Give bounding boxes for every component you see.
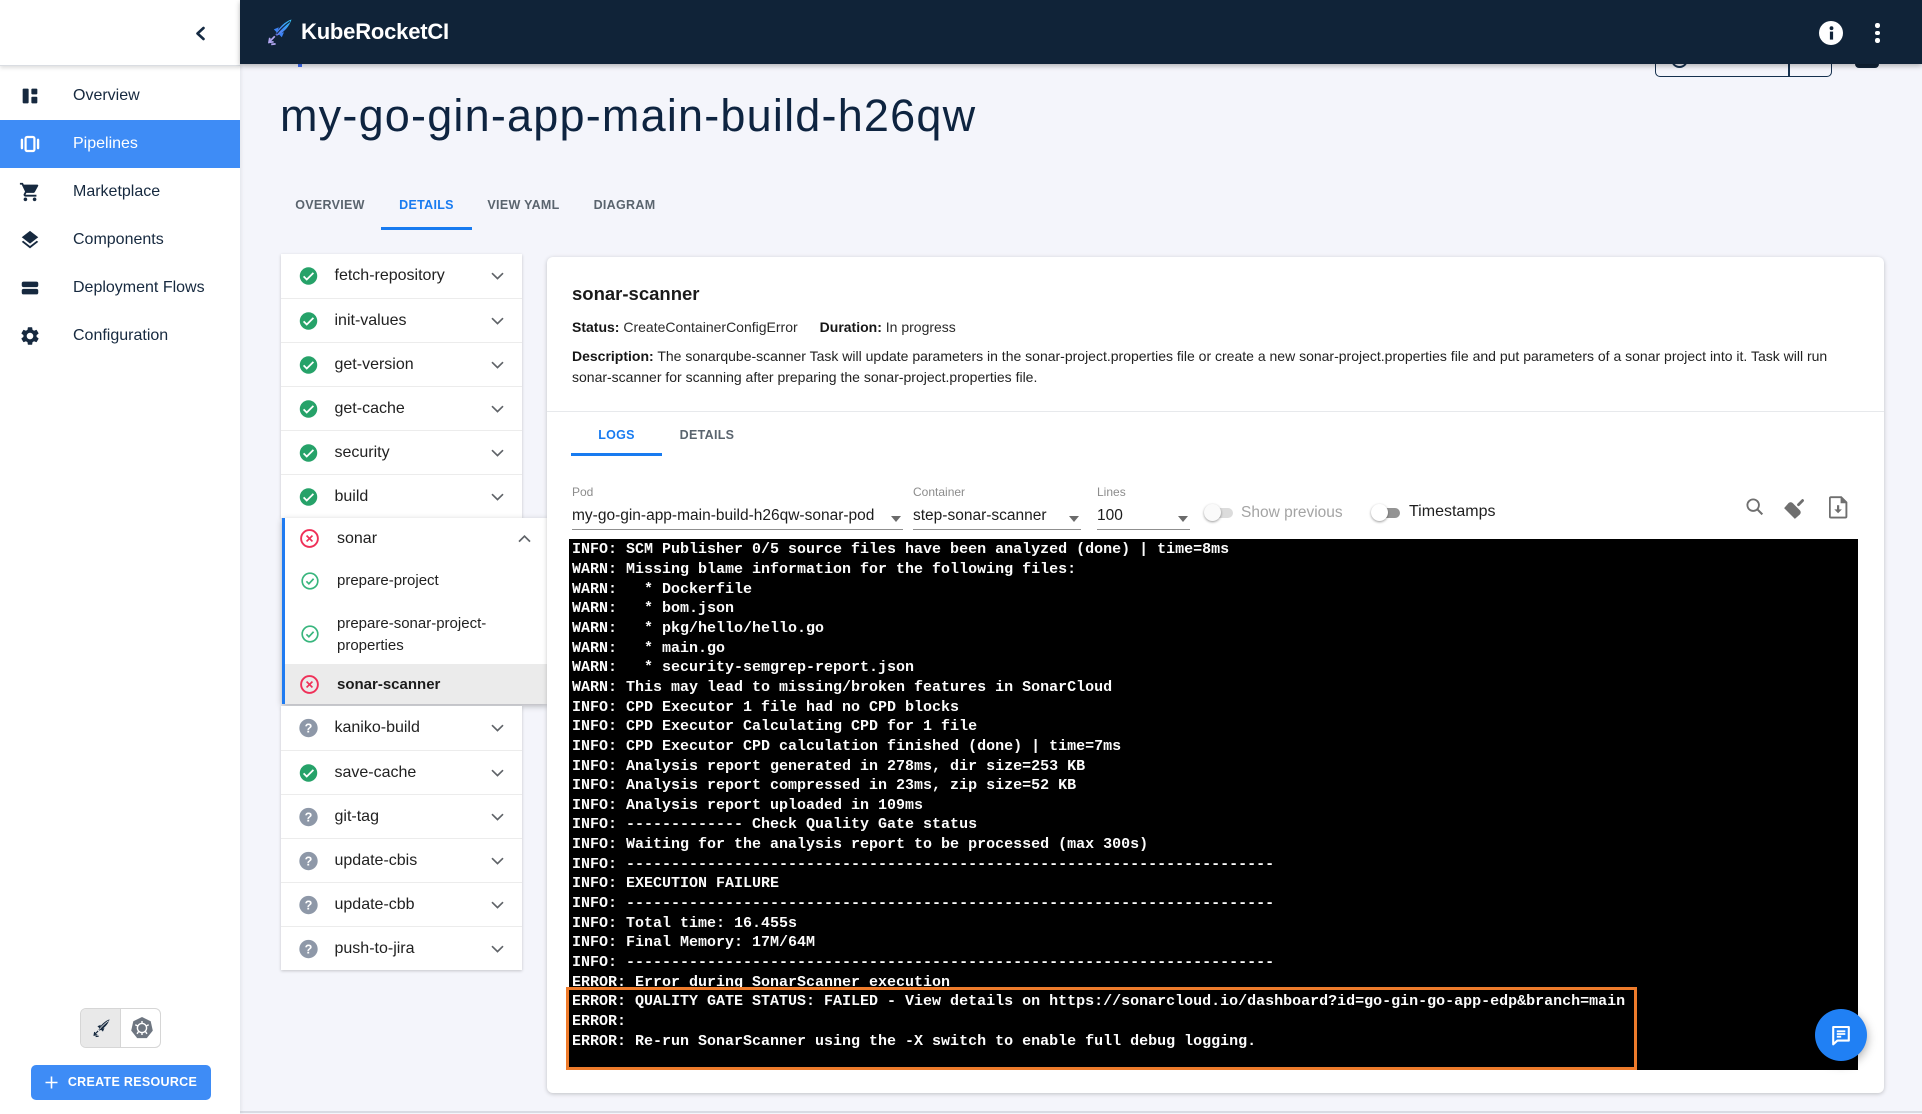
svg-text:?: ? (305, 721, 313, 735)
svg-text:?: ? (305, 854, 313, 868)
svg-text:?: ? (305, 810, 313, 824)
svg-text:?: ? (305, 942, 313, 956)
svg-text:?: ? (305, 898, 313, 912)
